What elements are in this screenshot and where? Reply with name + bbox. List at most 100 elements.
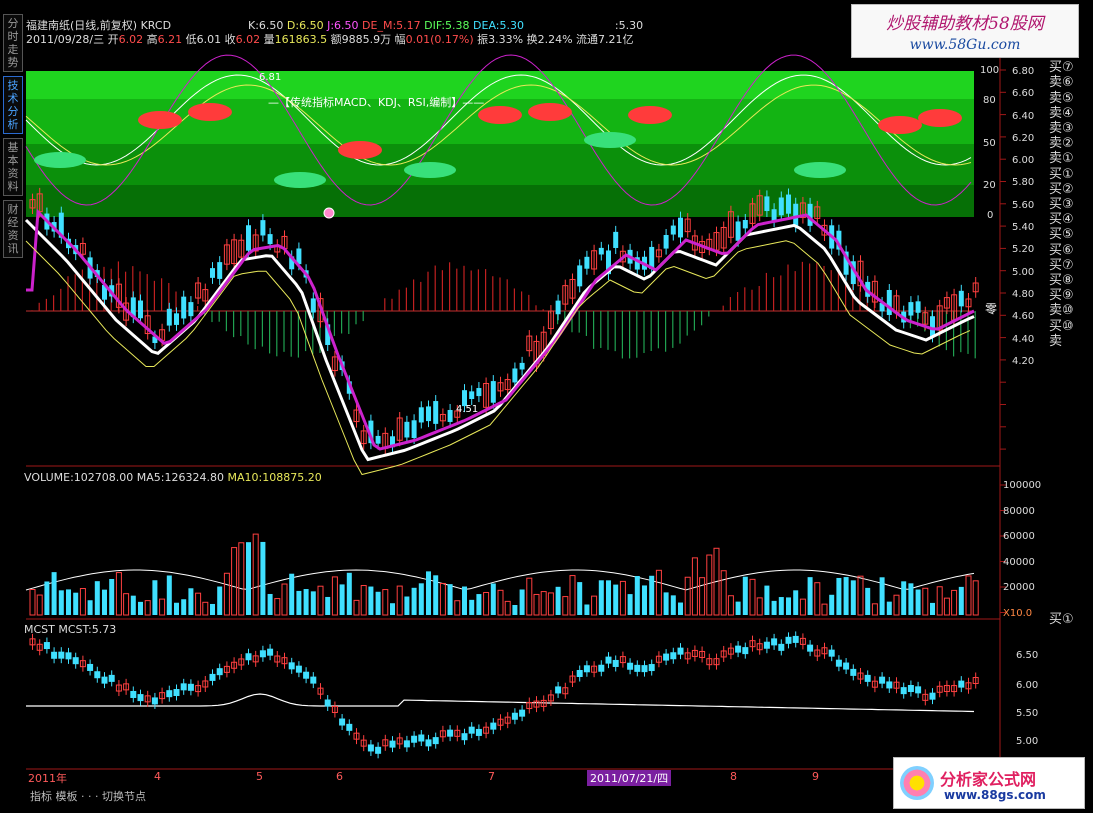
date-label: 7 <box>488 770 495 783</box>
price-tick: 4.60 <box>1012 311 1035 323</box>
mcst-candle <box>288 662 295 670</box>
mcst-candle <box>907 685 914 693</box>
volume-bar <box>540 591 547 616</box>
volume-bar <box>447 584 453 615</box>
volume-bar <box>195 592 202 616</box>
volume-tick: 60000 <box>1003 531 1035 542</box>
signal-label: 卖⑥ <box>1049 75 1074 91</box>
volume-bar <box>764 585 770 615</box>
candle-body <box>512 368 518 383</box>
mcst-header: MCST MCST:5.73 <box>24 623 116 636</box>
candle-body <box>418 407 424 423</box>
watermark-logo-bottom: 分析家公式网 www.88gs.com <box>893 757 1085 809</box>
mcst-candle <box>346 723 353 731</box>
volume-bar <box>210 603 215 615</box>
volume-bar <box>756 597 763 616</box>
mcst-candle <box>864 674 871 682</box>
candle-body <box>519 362 525 370</box>
signal-label: 买⑤ <box>1049 227 1074 243</box>
candle-body <box>490 381 496 403</box>
date-axis: 2011年 4 5 6 7 2011/07/21/四 8 9 <box>24 770 1044 786</box>
volume-bar <box>965 575 972 616</box>
signal-label: 买① <box>1049 166 1074 182</box>
price-tick: 5.40 <box>1012 222 1035 234</box>
volume-bar <box>353 599 360 616</box>
volume-bar <box>901 581 907 615</box>
kdj-red-band <box>338 141 382 159</box>
mcst-candle <box>677 647 684 655</box>
stock-chart[interactable] <box>0 0 1093 813</box>
volume-bar <box>742 576 748 615</box>
kdj-red-band <box>628 106 672 124</box>
signal-label: 买④ <box>1049 212 1074 228</box>
trough-price-label: 4.51 <box>456 404 479 415</box>
candle-body <box>577 265 583 287</box>
volume-bar <box>814 582 821 616</box>
mcst-label: MCST <box>24 623 55 636</box>
volume-tick: 100000 <box>1003 480 1042 491</box>
bottom-tab-bar[interactable]: 指标 模板 · · · 切换节点 <box>30 788 146 804</box>
volume-bar <box>886 601 892 615</box>
candle-body <box>310 298 316 313</box>
kdj-band-area <box>26 71 974 217</box>
candle-body <box>764 196 770 212</box>
logo-bottom-title: 分析家公式网 <box>940 770 1037 789</box>
mcst-candle <box>418 734 425 742</box>
volume-bar <box>152 580 158 615</box>
volume-bar <box>519 589 525 615</box>
candle-body <box>584 256 590 269</box>
mcst-candle <box>108 674 115 682</box>
volume-bar <box>735 601 741 615</box>
date-label: 9 <box>812 770 819 783</box>
volume-bar <box>296 590 302 615</box>
mcst-scale: 6.50 6.00 5.50 5.00 <box>1016 650 1046 750</box>
volume-bar <box>972 580 979 616</box>
mcst-candle <box>367 744 374 752</box>
volume-header: VOLUME:102708.00 MA5:126324.80 MA10:1088… <box>24 471 322 484</box>
mcst-candle <box>389 740 396 748</box>
mcst-panel <box>29 631 979 759</box>
volume-bar <box>396 585 403 616</box>
price-tick: 6.20 <box>1012 132 1035 144</box>
signal-label: 买⑦ <box>1049 257 1074 273</box>
price-tick: 6.80 <box>1012 66 1035 77</box>
volume-bar <box>138 601 143 615</box>
price-tick: 5.20 <box>1012 244 1035 256</box>
candle-body <box>426 406 431 422</box>
signal-marker <box>323 207 335 219</box>
candle-body <box>930 316 935 337</box>
volume-bar <box>642 585 647 615</box>
signal-label: 买⑩ <box>1049 318 1074 334</box>
volume-bar <box>339 584 345 615</box>
price-tick: 5.00 <box>1012 266 1035 278</box>
mcst-candle <box>511 712 518 720</box>
volume-bar <box>36 594 43 616</box>
mcst-tick: 5.00 <box>1016 736 1039 747</box>
volume-bars <box>29 533 979 616</box>
volume-bar <box>584 604 590 615</box>
kdj-scale-100: 100 <box>980 65 1000 76</box>
volume-bar <box>591 595 598 616</box>
volume-bar <box>51 572 57 615</box>
mcst-tick: 6.50 <box>1016 650 1039 661</box>
kdj-scale-0: 0 <box>987 210 994 221</box>
mcst-candle <box>785 636 792 644</box>
volume-bar <box>159 598 166 616</box>
volume-bar <box>727 595 734 616</box>
candle-body <box>174 313 179 325</box>
mcst-candle <box>634 664 641 672</box>
candle-body <box>404 421 410 438</box>
volume-bar <box>836 577 842 615</box>
price-tick: 5.80 <box>1012 177 1035 189</box>
mcst-candle <box>137 694 144 702</box>
candle-body <box>958 290 964 307</box>
volume-bar <box>930 602 935 615</box>
kdj-red-band <box>528 103 572 121</box>
candle-body <box>807 203 813 226</box>
volume-bar <box>619 580 626 616</box>
volume-bar <box>958 586 964 615</box>
peak-price-label: 6.81 <box>259 72 282 83</box>
mcst-candle <box>598 664 605 672</box>
volume-bar <box>79 588 86 616</box>
volume-bar <box>649 575 655 615</box>
